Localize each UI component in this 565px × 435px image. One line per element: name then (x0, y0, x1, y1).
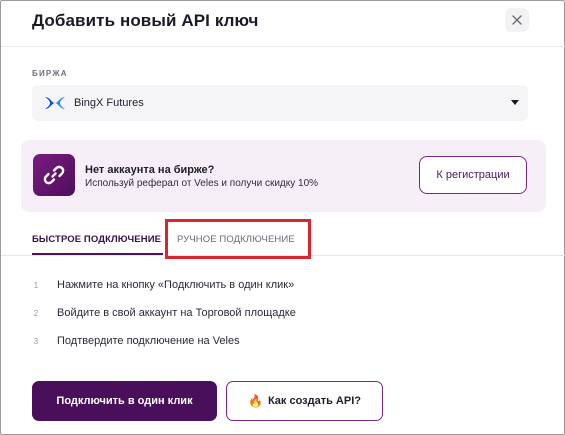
exchange-selected-value: BingX Futures (74, 97, 144, 109)
chevron-down-icon (511, 100, 519, 105)
exchange-select[interactable]: BingX Futures (32, 85, 528, 121)
close-button[interactable] (505, 8, 529, 32)
referral-title: Нет аккаунта на бирже? (85, 164, 215, 176)
list-item: 1 Нажмите на кнопку «Подключить в один к… (32, 277, 452, 293)
referral-banner: Нет аккаунта на бирже? Используй реферал… (21, 140, 546, 212)
add-api-key-dialog: Добавить новый API ключ БИРЖА BingX Futu… (0, 0, 565, 435)
step-number: 1 (33, 280, 39, 290)
step-text: Войдите в свой аккаунт на Торговой площа… (57, 307, 296, 319)
header-divider (1, 46, 565, 47)
how-to-create-api-label: Как создать API? (267, 395, 361, 407)
step-number: 2 (33, 308, 39, 318)
fire-icon: 🔥 (247, 394, 263, 408)
referral-subtitle: Используй реферал от Veles и получи скид… (85, 178, 319, 189)
step-number: 3 (33, 336, 39, 346)
tab-quick-connect[interactable]: БЫСТРОЕ ПОДКЛЮЧЕНИЕ (32, 234, 161, 245)
how-to-create-api-button[interactable]: 🔥 Как создать API? (226, 381, 383, 421)
link-icon (33, 154, 75, 196)
exchange-label: БИРЖА (32, 69, 68, 78)
highlight-annotation-box (165, 219, 311, 259)
list-item: 2 Войдите в свой аккаунт на Торговой пло… (32, 305, 452, 321)
step-text: Нажмите на кнопку «Подключить в один кли… (57, 279, 295, 291)
step-text: Подтвердите подключение на Veles (57, 335, 240, 347)
close-icon (512, 15, 522, 25)
bingx-logo-icon (44, 95, 66, 111)
connect-one-click-button[interactable]: Подключить в один клик (32, 381, 217, 421)
list-item: 3 Подтвердите подключение на Veles (32, 333, 452, 349)
dialog-title: Добавить новый API ключ (32, 11, 259, 30)
register-button[interactable]: К регистрации (419, 156, 527, 194)
